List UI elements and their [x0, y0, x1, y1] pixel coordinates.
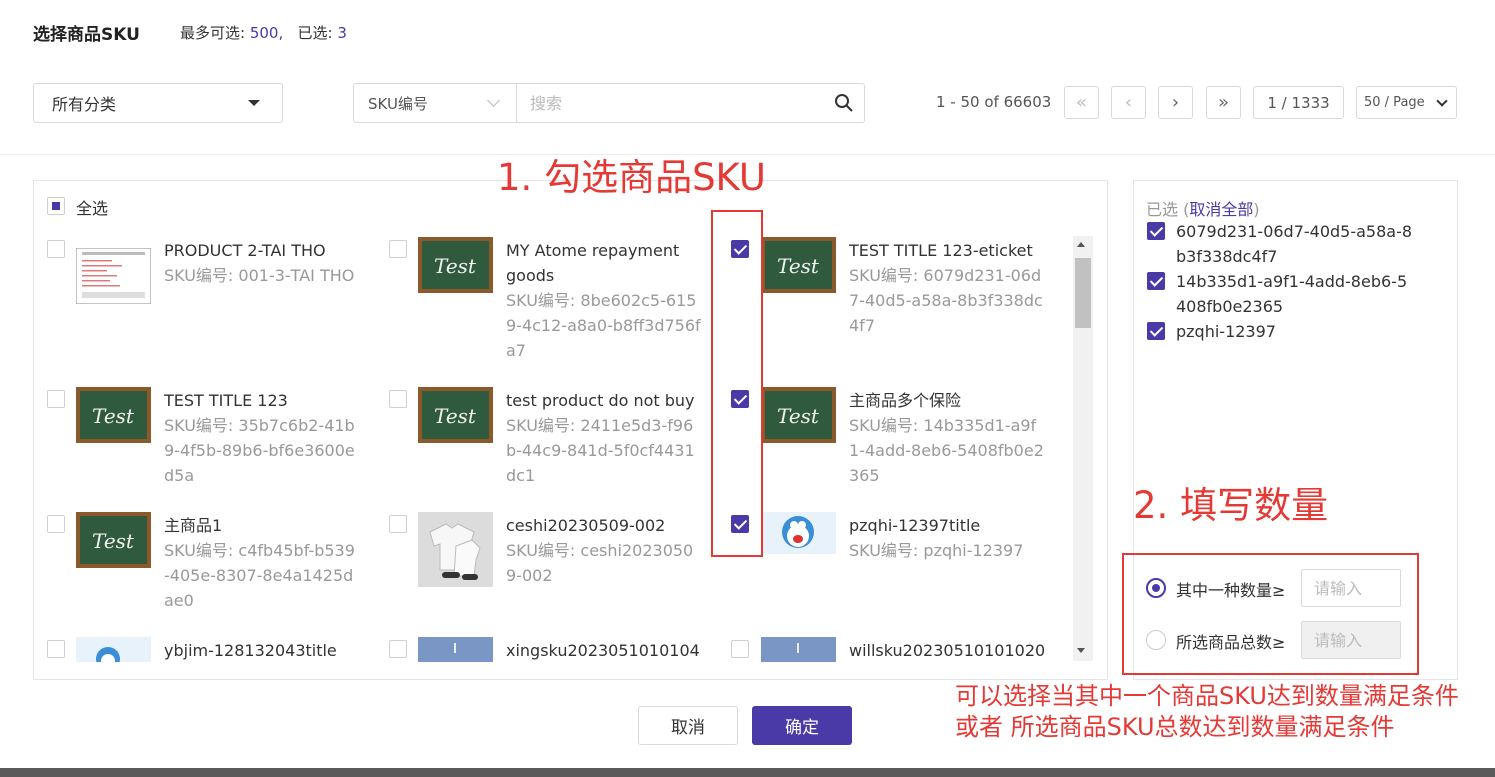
search-icon[interactable]	[834, 93, 854, 113]
annotation-step2: 2. 填写数量	[1133, 484, 1329, 527]
product-checkbox[interactable]	[47, 640, 65, 658]
selected-item-checkbox[interactable]	[1147, 322, 1165, 340]
max-label: 最多可选:	[180, 24, 250, 42]
category-select[interactable]: 所有分类	[33, 83, 283, 123]
product-checkbox[interactable]	[389, 390, 407, 408]
product-sku: SKU编号: 6079d231-06d7-40d5-a58a-8b3f338dc…	[849, 266, 1043, 335]
product-name: TEST TITLE 123	[164, 391, 288, 410]
product-name: 主商品多个保险	[849, 391, 962, 410]
selected-header-close: )	[1253, 200, 1260, 219]
product-name: ceshi20230509-002	[506, 516, 666, 535]
product-thumbnail: Test	[761, 387, 836, 443]
product-thumbnail	[418, 512, 493, 587]
page-size-select[interactable]: 50 / Page	[1356, 86, 1457, 119]
annotation-checkbox-box	[711, 210, 763, 557]
product-name: xingsku2023051010104	[506, 641, 700, 660]
product-thumbnail: Test	[76, 387, 151, 443]
cancel-button[interactable]: 取消	[638, 706, 738, 745]
product-checkbox[interactable]	[731, 640, 749, 658]
search-box: SKU编号	[353, 83, 865, 123]
max-value: 500,	[249, 24, 284, 42]
pagination-range: 1 - 50 of 66603	[936, 93, 1052, 111]
product-name: willsku20230510101020	[849, 641, 1046, 660]
selected-item-label: 14b335d1-a9f1-4add-8eb6-5408fb0e2365	[1176, 272, 1408, 316]
product-checkbox[interactable]	[47, 390, 65, 408]
product-name: TEST TITLE 123-eticket	[849, 241, 1033, 260]
chevron-left-icon: ‹	[1124, 92, 1133, 113]
selected-item-label: pzqhi-12397	[1176, 322, 1276, 341]
selected-value: 3	[337, 24, 347, 42]
caret-down-icon	[248, 100, 260, 106]
scroll-down-icon[interactable]	[1077, 648, 1085, 653]
product-sku: SKU编号: c4fb45bf-b539-405e-8307-8e4a1425d…	[164, 541, 355, 610]
product-thumbnail	[76, 248, 151, 304]
product-checkbox[interactable]	[389, 240, 407, 258]
svg-text:Test: Test	[777, 404, 820, 428]
product-name: PRODUCT 2-TAI THO	[164, 241, 326, 260]
svg-text:Test: Test	[434, 254, 477, 278]
chevron-down-icon	[1436, 95, 1448, 107]
product-checkbox[interactable]	[389, 640, 407, 658]
product-sku: SKU编号: 2411e5d3-f96b-44c9-841d-5f0cf4431…	[506, 416, 695, 485]
selected-header: 已选 (取消全部)	[1146, 196, 1260, 220]
last-page-button[interactable]: »	[1206, 86, 1241, 119]
selected-item-label: 6079d231-06d7-40d5-a58a-8b3f338dc4f7	[1176, 222, 1413, 266]
search-type-select[interactable]: SKU编号	[354, 84, 517, 122]
selected-item-checkbox[interactable]	[1147, 272, 1165, 290]
double-chevron-right-icon: »	[1217, 92, 1229, 113]
product-thumbnail: Test	[761, 237, 836, 293]
product-sku: SKU编号: ceshi20230509-002	[506, 541, 694, 585]
annotation-step1: 1. 勾选商品SKU	[497, 156, 766, 199]
product-thumbnail: Test	[76, 512, 151, 568]
page-size-value: 50 / Page	[1364, 95, 1425, 110]
first-page-button[interactable]: «	[1064, 86, 1099, 119]
svg-text:Test: Test	[92, 404, 135, 428]
select-all-label: 全选	[76, 199, 109, 218]
selected-item-checkbox[interactable]	[1147, 222, 1165, 240]
chevron-right-icon: ›	[1171, 92, 1180, 113]
clear-all-link[interactable]: 取消全部	[1189, 200, 1253, 219]
annotation-note: 可以选择当其中一个商品SKU达到数量满足条件 或者 所选商品SKU总数达到数量满…	[955, 682, 1459, 741]
double-chevron-left-icon: «	[1075, 92, 1087, 113]
select-all-checkbox[interactable]	[47, 197, 65, 215]
annotation-quantity-box	[1122, 553, 1419, 675]
svg-text:Test: Test	[92, 529, 135, 553]
product-name: MY Atome repayment goods	[506, 241, 680, 285]
product-sku: SKU编号: 14b335d1-a9f1-4add-8eb6-5408fb0e2…	[849, 416, 1044, 485]
product-thumbnail: Test	[418, 237, 493, 293]
dialog-title: 选择商品SKU	[33, 25, 140, 45]
product-thumbnail	[761, 512, 836, 554]
product-thumbnail: Test	[418, 387, 493, 443]
product-name: pzqhi-12397title	[849, 516, 981, 535]
search-input[interactable]	[518, 84, 823, 122]
selected-header-label: 已选 (	[1146, 200, 1190, 219]
svg-text:Test: Test	[777, 254, 820, 278]
prev-page-button[interactable]: ‹	[1111, 86, 1146, 119]
product-sku: SKU编号: 35b7c6b2-41b9-4f5b-89b6-bf6e3600e…	[164, 416, 355, 485]
product-thumbnail	[418, 637, 493, 662]
product-checkbox[interactable]	[47, 240, 65, 258]
selection-counts: 最多可选: 500, 已选: 3	[180, 22, 347, 43]
search-type-value: SKU编号	[368, 94, 428, 113]
page-indicator[interactable]: 1 / 1333	[1253, 86, 1344, 119]
product-name: ybjim-128132043title	[164, 641, 337, 660]
chevron-down-icon	[487, 94, 500, 107]
product-checkbox[interactable]	[47, 515, 65, 533]
product-sku: SKU编号: 8be602c5-6159-4c12-a8a0-b8ff3d756…	[506, 291, 701, 360]
product-sku: SKU编号: 001-3-TAI THO	[164, 266, 355, 285]
svg-text:Test: Test	[434, 404, 477, 428]
background-strip	[0, 768, 1495, 777]
selected-label: 已选:	[297, 24, 338, 42]
product-sku: SKU编号: pzqhi-12397	[849, 541, 1024, 560]
scrollbar-thumb[interactable]	[1075, 258, 1091, 328]
product-name: 主商品1	[164, 516, 223, 535]
product-thumbnail	[761, 637, 836, 662]
scroll-up-icon[interactable]	[1077, 242, 1085, 247]
category-value: 所有分类	[52, 95, 117, 114]
confirm-button[interactable]: 确定	[752, 706, 852, 745]
product-checkbox[interactable]	[389, 515, 407, 533]
product-name: test product do not buy	[506, 391, 695, 410]
next-page-button[interactable]: ›	[1158, 86, 1193, 119]
product-thumbnail	[76, 637, 151, 662]
